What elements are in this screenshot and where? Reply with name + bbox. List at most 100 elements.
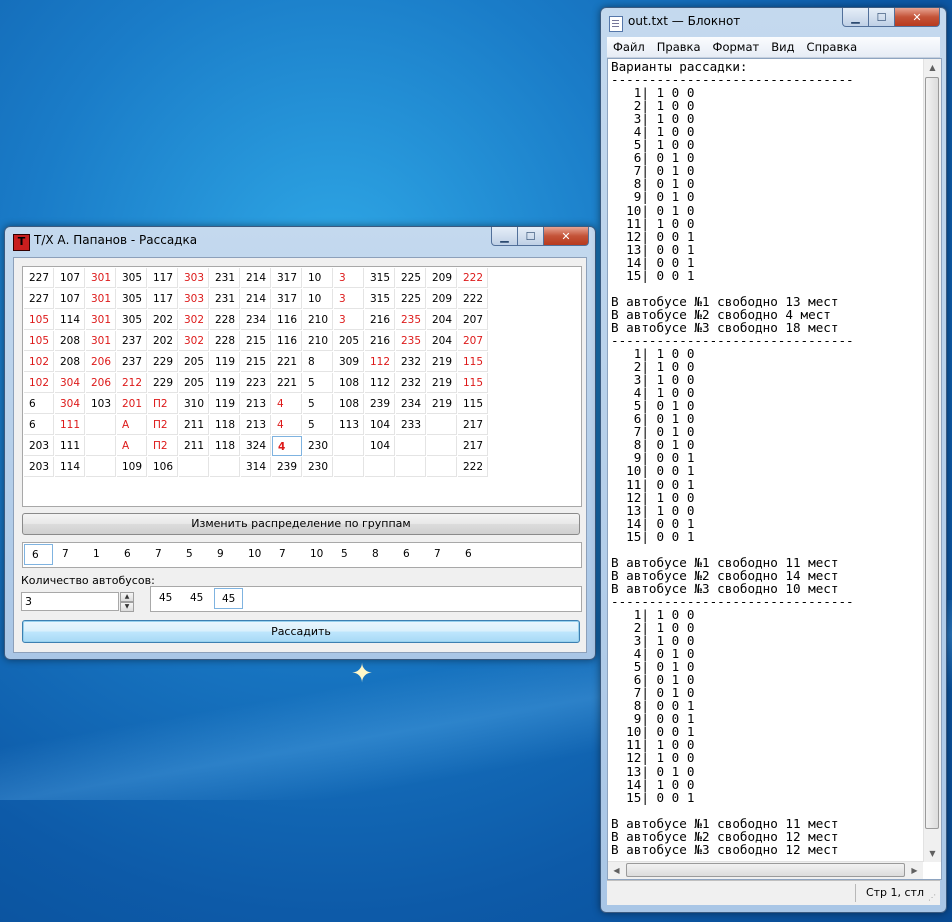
grid-cell[interactable]: 219: [427, 352, 457, 372]
group-size-cell[interactable]: 7: [427, 544, 456, 565]
grid-cell[interactable]: 221: [272, 373, 302, 393]
grid-cell[interactable]: 227: [24, 268, 54, 288]
grid-cell[interactable]: 215: [241, 331, 271, 351]
grid-cell[interactable]: 235: [396, 310, 426, 330]
grid-cell[interactable]: 213: [241, 394, 271, 414]
grid-cell[interactable]: 225: [396, 289, 426, 309]
grid-cell[interactable]: П2: [148, 394, 178, 414]
grid-cell[interactable]: 111: [55, 415, 85, 435]
minimize-button[interactable]: ▁: [491, 227, 518, 246]
bus-count-spinner[interactable]: ▲ ▼: [120, 592, 134, 612]
grid-cell[interactable]: 116: [272, 331, 302, 351]
grid-cell[interactable]: 237: [117, 352, 147, 372]
grid-cell[interactable]: 228: [210, 331, 240, 351]
group-size-cell[interactable]: 7: [148, 544, 177, 565]
seat-button[interactable]: Рассадить: [22, 620, 580, 643]
group-size-cell[interactable]: 6: [458, 544, 487, 565]
grid-cell[interactable]: 114: [55, 310, 85, 330]
grid-cell[interactable]: 117: [148, 289, 178, 309]
grid-cell[interactable]: [427, 457, 457, 477]
grid-cell[interactable]: 214: [241, 289, 271, 309]
bus-capacity-cell[interactable]: 45: [183, 588, 212, 609]
grid-cell[interactable]: 119: [210, 373, 240, 393]
grid-cell[interactable]: 219: [427, 373, 457, 393]
grid-cell[interactable]: 207: [458, 331, 488, 351]
grid-cell[interactable]: 6: [24, 394, 54, 414]
grid-cell[interactable]: 202: [148, 310, 178, 330]
grid-cell[interactable]: 106: [148, 457, 178, 477]
menu-format[interactable]: Формат: [707, 37, 766, 57]
grid-cell[interactable]: 239: [272, 457, 302, 477]
group-size-cell[interactable]: 5: [334, 544, 363, 565]
group-size-cell[interactable]: 10: [241, 544, 270, 565]
grid-cell[interactable]: 301: [86, 289, 116, 309]
grid-cell[interactable]: 309: [334, 352, 364, 372]
grid-cell[interactable]: 111: [55, 436, 85, 456]
grid-cell[interactable]: 105: [24, 310, 54, 330]
grid-cell[interactable]: 214: [241, 268, 271, 288]
bus-capacity-cell[interactable]: 45: [214, 588, 243, 609]
grid-cell[interactable]: 3: [334, 289, 364, 309]
grid-cell[interactable]: [334, 436, 364, 456]
grid-cell[interactable]: 227: [24, 289, 54, 309]
grid-cell[interactable]: [210, 457, 240, 477]
grid-cell[interactable]: 203: [24, 436, 54, 456]
grid-cell[interactable]: [86, 457, 116, 477]
grid-cell[interactable]: 209: [427, 289, 457, 309]
grid-cell[interactable]: 209: [427, 268, 457, 288]
grid-cell[interactable]: 119: [210, 352, 240, 372]
grid-cell[interactable]: 207: [458, 310, 488, 330]
close-button[interactable]: ✕: [544, 227, 589, 246]
group-size-cell[interactable]: 6: [117, 544, 146, 565]
group-size-cell[interactable]: 10: [303, 544, 332, 565]
grid-cell[interactable]: 232: [396, 352, 426, 372]
change-groups-button[interactable]: Изменить распределение по группам: [22, 513, 580, 535]
grid-cell[interactable]: 115: [458, 352, 488, 372]
grid-cell[interactable]: 215: [241, 352, 271, 372]
grid-cell[interactable]: 109: [117, 457, 147, 477]
grid-cell[interactable]: 229: [148, 352, 178, 372]
grid-cell[interactable]: [427, 415, 457, 435]
grid-cell[interactable]: 305: [117, 289, 147, 309]
groups-row[interactable]: 6 7 1 6 7 5 9 10 7 10 5 8 6 7 6: [22, 542, 582, 568]
grid-cell[interactable]: 115: [458, 373, 488, 393]
grid-cell[interactable]: 107: [55, 268, 85, 288]
grid-cell[interactable]: 206: [86, 352, 116, 372]
grid-cell[interactable]: 5: [303, 394, 333, 414]
grid-cell[interactable]: 314: [241, 457, 271, 477]
scroll-right-icon[interactable]: ▶: [906, 862, 923, 879]
spin-up-icon[interactable]: ▲: [120, 592, 134, 602]
grid-cell[interactable]: [427, 436, 457, 456]
vertical-scrollbar[interactable]: ▲ ▼: [923, 59, 941, 862]
grid-cell[interactable]: 302: [179, 331, 209, 351]
menu-file[interactable]: Файл: [607, 37, 651, 57]
notepad-minimize-button[interactable]: ▁: [842, 8, 869, 27]
grid-cell[interactable]: 234: [396, 394, 426, 414]
grid-cell[interactable]: 221: [272, 352, 302, 372]
app-titlebar[interactable]: Т Т/Х А. Папанов - Рассадка ▁ ☐ ✕: [5, 227, 595, 253]
grid-cell[interactable]: 119: [210, 394, 240, 414]
grid-cell[interactable]: 3: [334, 310, 364, 330]
scroll-left-icon[interactable]: ◀: [608, 862, 625, 879]
bus-count-input[interactable]: 3: [21, 592, 119, 611]
grid-cell[interactable]: [179, 457, 209, 477]
grid-cell[interactable]: [396, 457, 426, 477]
scroll-down-icon[interactable]: ▼: [924, 845, 941, 862]
grid-cell[interactable]: 216: [365, 331, 395, 351]
grid-cell[interactable]: 302: [179, 310, 209, 330]
grid-cell[interactable]: 230: [303, 436, 333, 456]
grid-cell[interactable]: 208: [55, 352, 85, 372]
grid-cell[interactable]: 237: [117, 331, 147, 351]
group-size-cell[interactable]: 7: [272, 544, 301, 565]
grid-cell[interactable]: 102: [24, 373, 54, 393]
bus-capacity-cell[interactable]: 45: [152, 588, 181, 609]
grid-cell[interactable]: 204: [427, 310, 457, 330]
grid-cell[interactable]: А: [117, 415, 147, 435]
grid-cell[interactable]: 4: [272, 415, 302, 435]
grid-cell[interactable]: 235: [396, 331, 426, 351]
grid-cell[interactable]: 206: [86, 373, 116, 393]
grid-cell[interactable]: 234: [241, 310, 271, 330]
grid-cell[interactable]: 118: [210, 436, 240, 456]
group-size-cell[interactable]: 5: [179, 544, 208, 565]
grid-cell[interactable]: 205: [179, 352, 209, 372]
